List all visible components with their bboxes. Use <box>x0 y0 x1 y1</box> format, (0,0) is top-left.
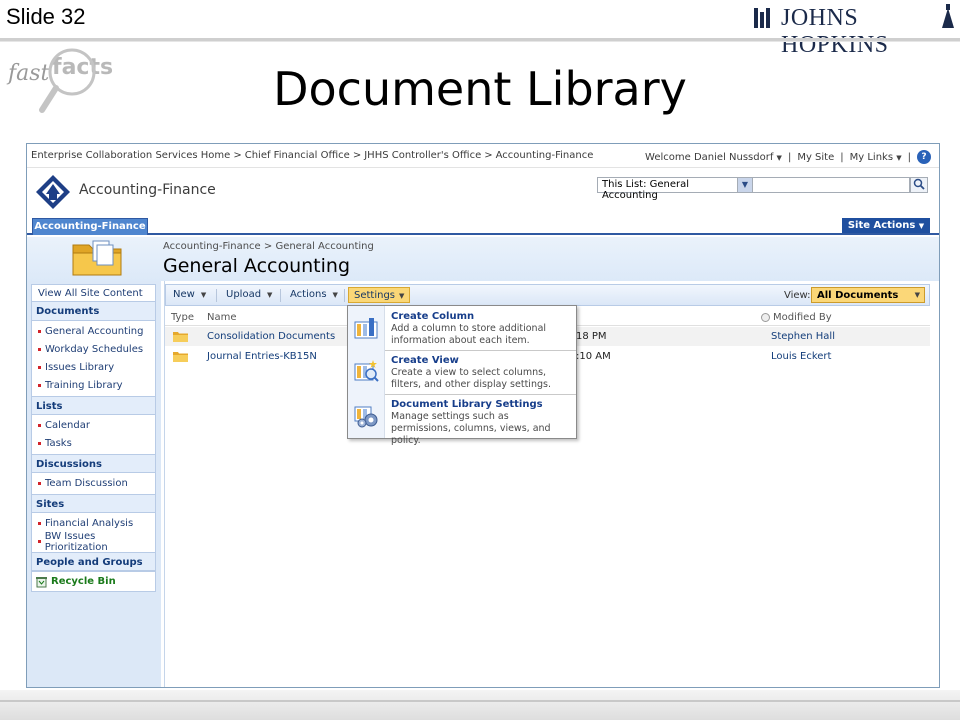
item-modified-time: :10 AM <box>576 351 611 362</box>
footer-band <box>0 690 960 720</box>
site-logo-icon[interactable] <box>35 174 71 210</box>
chevron-down-icon: ▼ <box>737 178 752 192</box>
folder-icon <box>173 332 188 342</box>
view-select[interactable]: All Documents ▼ <box>811 287 925 303</box>
breadcrumb-link[interactable]: Enterprise Collaboration Services Home <box>31 150 230 161</box>
document-library-folder-icon <box>72 240 122 276</box>
breadcrumb-link[interactable]: Accounting-Finance <box>496 150 594 161</box>
sidebar-item-bw-issues-prioritization[interactable]: BW Issues Prioritization <box>32 531 155 553</box>
site-title[interactable]: Accounting-Finance <box>79 182 216 198</box>
sidebar-item-tasks[interactable]: Tasks <box>32 433 155 451</box>
nav-heading-documents[interactable]: Documents <box>32 302 155 321</box>
sidebar-item-issues-library[interactable]: Issues Library <box>32 357 155 375</box>
breadcrumb-link[interactable]: Chief Financial Office <box>245 150 350 161</box>
column-header-modified-by[interactable]: Modified By <box>761 312 832 323</box>
search-button[interactable] <box>910 177 928 193</box>
nav-heading-people-and-groups[interactable]: People and Groups <box>32 552 155 571</box>
view-all-site-content-link[interactable]: View All Site Content <box>32 285 155 302</box>
create-column-icon <box>354 318 378 339</box>
header-band-line <box>0 41 960 42</box>
welcome-menu[interactable]: Welcome Daniel Nussdorf ▼ <box>645 152 782 163</box>
create-view-icon <box>354 360 379 382</box>
chevron-down-icon: ▼ <box>200 291 207 299</box>
site-actions-menu[interactable]: Site Actions ▼ <box>842 218 930 233</box>
global-breadcrumb: Enterprise Collaboration Services Home > C… <box>31 150 594 161</box>
chevron-down-icon: ▼ <box>399 292 405 300</box>
menu-item-create-view[interactable]: Create View Create a view to select colu… <box>348 350 576 394</box>
sidebar-item-general-accounting[interactable]: General Accounting <box>32 321 155 339</box>
bullet-icon <box>38 442 41 445</box>
page-title: General Accounting <box>163 255 351 277</box>
chevron-down-icon: ▼ <box>896 153 902 162</box>
bullet-icon <box>38 424 41 427</box>
bullet-icon <box>38 540 41 543</box>
fastfacts-logo-icon: fast facts <box>6 48 113 113</box>
settings-menu-button[interactable]: Settings ▼ <box>348 287 411 303</box>
search-input[interactable] <box>752 177 910 193</box>
list-toolbar: New ▼ Upload ▼ Actions ▼ Settings ▼ View: Al… <box>165 284 930 306</box>
quick-launch: View All Site Content Documents General … <box>31 284 156 592</box>
nav-heading-sites[interactable]: Sites <box>32 494 155 513</box>
slide-title: Document Library <box>273 62 687 116</box>
svg-text:facts: facts <box>52 55 113 80</box>
site-header: Accounting-Finance This List: General Ac… <box>27 169 939 215</box>
column-header-name[interactable]: Name <box>207 312 237 323</box>
sidebar-item-workday-schedules[interactable]: Workday Schedules <box>32 339 155 357</box>
chevron-down-icon: ▼ <box>776 153 782 162</box>
top-nav-tabs: Accounting-Finance Site Actions ▼ <box>27 215 939 235</box>
item-name-link[interactable]: Journal Entries-KB15N <box>207 351 317 362</box>
folder-icon <box>173 352 188 362</box>
menu-item-create-column[interactable]: Create Column Add a column to store addi… <box>348 306 576 350</box>
svg-text:fast: fast <box>6 61 50 86</box>
page-title-area: Accounting-Finance > General Accounting … <box>27 237 939 281</box>
chevron-down-icon: ▼ <box>332 291 338 299</box>
recycle-bin-link[interactable]: Recycle Bin <box>32 571 155 591</box>
chevron-down-icon: ▼ <box>918 222 925 230</box>
sidebar-item-team-discussion[interactable]: Team Discussion <box>32 473 155 491</box>
bullet-icon <box>38 330 41 333</box>
user-menu-area: Welcome Daniel Nussdorf ▼ | My Site | My… <box>645 150 931 164</box>
page-breadcrumb[interactable]: Accounting-Finance > General Accounting <box>163 241 374 252</box>
chevron-down-icon: ▼ <box>914 291 920 299</box>
search-icon <box>913 178 925 190</box>
johns-hopkins-wordmark: JOHNS HOPKINS <box>781 5 889 58</box>
column-header-type[interactable]: Type <box>171 312 194 323</box>
bullet-icon <box>38 366 41 369</box>
item-name-link[interactable]: Consolidation Documents <box>207 331 335 342</box>
bullet-icon <box>38 482 41 485</box>
nav-heading-discussions[interactable]: Discussions <box>32 454 155 473</box>
item-modified-time: 18 PM <box>576 331 607 342</box>
sidebar-item-financial-analysis[interactable]: Financial Analysis <box>32 513 155 531</box>
slide-number: Slide 32 <box>6 4 86 29</box>
library-settings-gear-icon <box>354 406 378 428</box>
global-nav-bar: Enterprise Collaboration Services Home > C… <box>27 144 939 168</box>
settings-dropdown-menu: Create Column Add a column to store addi… <box>347 305 577 446</box>
sharepoint-window: Enterprise Collaboration Services Home > C… <box>26 143 940 688</box>
bullet-icon <box>38 522 41 525</box>
menu-item-document-library-settings[interactable]: Document Library Settings Manage setting… <box>348 394 576 446</box>
nav-heading-lists[interactable]: Lists <box>32 396 155 415</box>
presence-icon <box>761 313 770 322</box>
bullet-icon <box>38 384 41 387</box>
sidebar-item-training-library[interactable]: Training Library <box>32 375 155 393</box>
sidebar-item-calendar[interactable]: Calendar <box>32 415 155 433</box>
item-modified-by-link[interactable]: Louis Eckert <box>771 351 831 362</box>
my-site-link[interactable]: My Site <box>797 152 834 163</box>
search-scope-select[interactable]: This List: General Accounting ▼ <box>597 177 753 201</box>
help-icon[interactable]: ? <box>917 150 931 164</box>
new-menu-button[interactable]: New ▼ <box>168 287 211 303</box>
bullet-icon <box>38 348 41 351</box>
item-modified-by-link[interactable]: Stephen Hall <box>771 331 835 342</box>
upload-menu-button[interactable]: Upload ▼ <box>221 287 277 303</box>
tab-accounting-finance[interactable]: Accounting-Finance <box>32 218 148 235</box>
chevron-down-icon: ▼ <box>267 291 273 299</box>
view-label: View: <box>784 290 811 301</box>
breadcrumb-link[interactable]: JHHS Controller's Office <box>364 150 481 161</box>
recycle-bin-icon <box>36 576 47 587</box>
my-links-menu[interactable]: My Links ▼ <box>850 152 902 163</box>
actions-menu-button[interactable]: Actions ▼ <box>285 287 343 303</box>
